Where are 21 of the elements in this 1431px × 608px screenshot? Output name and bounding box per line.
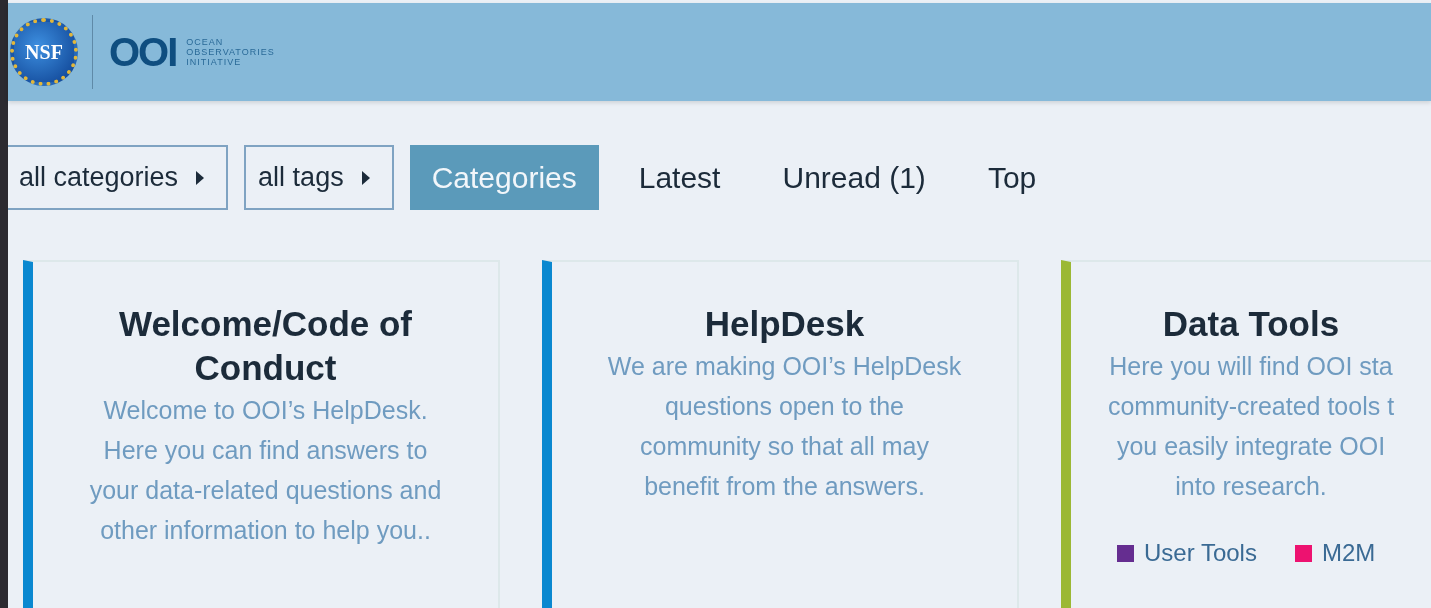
filter-dropdown[interactable]: all categories — [8, 145, 229, 210]
category-description: Here you will find OOI sta community-created tools t you easily integrate OOI into research. — [1107, 351, 1395, 502]
nav-tab[interactable]: Latest — [616, 145, 743, 210]
filter-dropdown[interactable]: all tags — [244, 145, 394, 210]
category-card[interactable]: Welcome/Code of Conduct Welcome to OOI’s HelpDesk. Here you can find answers to your data-related questions and other information to help you.. — [23, 260, 500, 608]
category-description: We are making OOI’s HelpDesk questions open to the community so that all may benefit from the answers. — [607, 351, 962, 502]
caret-icon — [196, 170, 205, 185]
subcategory-link[interactable]: M2M — [1321, 539, 1376, 567]
nav-tab[interactable]: Unread (1) — [760, 145, 948, 210]
logo-text[interactable]: OOI — [109, 29, 177, 75]
category-description: Welcome to OOI’s HelpDesk. Here you can find answers to your data-related questions and other information to help you.. — [89, 395, 442, 546]
nav-tab[interactable]: Top — [965, 145, 1059, 210]
caret-icon — [361, 170, 370, 185]
category-title[interactable]: HelpDesk — [704, 302, 865, 346]
category-title[interactable]: Data Tools — [1162, 302, 1340, 346]
subcategory-link[interactable]: User Tools — [1144, 539, 1257, 567]
logo-caption: OCEAN OBSERVATORIES INITIATIVE — [186, 37, 275, 67]
category-title[interactable]: Welcome/Code of Conduct — [73, 302, 458, 390]
category-card[interactable]: HelpDesk We are making OOI’s HelpDesk questions open to the community so that all may benefit from the answers. — [542, 260, 1019, 608]
category-card[interactable]: Data Tools Here you will find OOI sta community-created tools t you easily integrate OOI into research. User Tools M2M — [1061, 260, 1431, 608]
seal-text: NSF — [25, 40, 63, 64]
